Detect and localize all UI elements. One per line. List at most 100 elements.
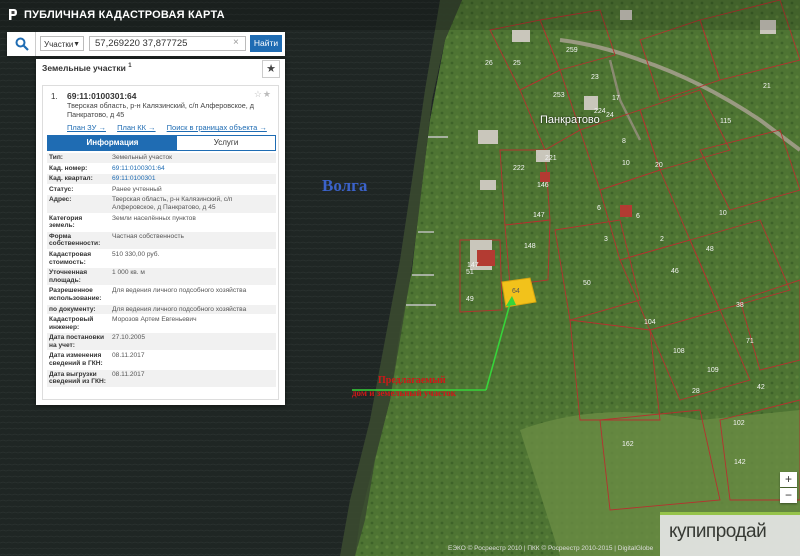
- result-address: Тверская область, р-н Калязинский, с/п А…: [67, 101, 254, 119]
- village-label: Панкратово: [540, 114, 600, 126]
- parcel-number-label[interactable]: 24: [606, 112, 614, 119]
- property-value: Ранее учтенный: [112, 185, 162, 193]
- parcel-number-label[interactable]: 3: [604, 236, 608, 243]
- zoom-out-button[interactable]: −: [780, 488, 797, 503]
- properties-table: Тип: Земельный участок Кад. номер: 69:11:01…: [47, 153, 276, 388]
- property-key: Тип:: [49, 154, 64, 161]
- app-title: ПУБЛИЧНАЯ КАДАСТРОВАЯ КАРТА: [24, 9, 225, 21]
- parcel-number-label[interactable]: 38: [736, 302, 744, 309]
- watermark: купипродай: [660, 512, 800, 556]
- zoom-in-button[interactable]: +: [780, 472, 797, 487]
- parcel-number-label[interactable]: 20: [655, 162, 663, 169]
- property-row: по документу: Для ведения личного подсобн…: [47, 304, 276, 316]
- property-row: Кадастровая стоимость: 510 330,00 руб.: [47, 250, 276, 269]
- parcel-number-label[interactable]: 115: [720, 118, 731, 125]
- parcel-number-label[interactable]: 28: [692, 388, 700, 395]
- search-icon[interactable]: [15, 37, 29, 51]
- parcel-number-label[interactable]: 222: [513, 165, 525, 172]
- parcel-number-label[interactable]: 162: [622, 441, 634, 448]
- parcel-number-label[interactable]: 147: [533, 212, 545, 219]
- parcel-number-label[interactable]: 71: [746, 338, 754, 345]
- result-card: 1. 69:11:0100301:64 ☆★ Тверская область,…: [42, 85, 279, 400]
- tab-information[interactable]: Информация: [48, 136, 177, 150]
- property-row: Статус: Ранее учтенный: [47, 185, 276, 196]
- cadastral-number[interactable]: 69:11:0100301:64: [67, 91, 136, 101]
- parcel-number-label[interactable]: 2: [660, 236, 664, 243]
- property-key: Разрешенное использование:: [49, 287, 102, 302]
- property-row: Разрешенное использование: Для ведения ли…: [47, 286, 276, 305]
- property-row: Дата выгрузки сведений из ГКН: 08.11.2017: [47, 369, 276, 388]
- star-icon[interactable]: ☆★: [254, 89, 272, 100]
- selected-parcel-number[interactable]: 64: [512, 288, 520, 295]
- property-value[interactable]: 69:11:0100301:64: [109, 165, 276, 173]
- parcel-number-label[interactable]: 17: [612, 95, 620, 102]
- find-button[interactable]: Найти: [250, 35, 282, 52]
- parcel-number-label[interactable]: 48: [706, 246, 714, 253]
- property-row: Категория земель: Земли населённых пункто…: [47, 214, 276, 232]
- search-type-select[interactable]: Участки ▼: [40, 36, 84, 51]
- parcel-number-label[interactable]: 147: [467, 262, 479, 269]
- property-key: Дата выгрузки сведений из ГКН:: [49, 370, 106, 386]
- parcel-number-label[interactable]: 10: [719, 210, 727, 217]
- property-row: Кад. квартал: 69:11:0100301: [47, 174, 276, 185]
- tab-services[interactable]: Услуги: [177, 136, 275, 150]
- search-input[interactable]: 57,269220 37,877725: [89, 36, 246, 51]
- parcel-number-label[interactable]: 224: [594, 108, 606, 115]
- divider: [35, 32, 36, 56]
- watermark-text: купипродай: [669, 521, 767, 542]
- property-key: Категория земель:: [49, 214, 83, 230]
- result-links: План ЗУ → План КК → Поиск в границах объ…: [67, 123, 276, 132]
- parcel-number-label[interactable]: 23: [591, 74, 599, 81]
- property-value: Для ведения личного подсобного хозяйства: [112, 305, 247, 313]
- parcel-number-label[interactable]: 6: [597, 205, 601, 212]
- parcel-number-label[interactable]: 25: [513, 60, 521, 67]
- annotation-line-1: Предлагаемый: [378, 375, 446, 386]
- parcel-number-label[interactable]: 109: [707, 367, 719, 374]
- property-key: Кадастровый инженер:: [49, 316, 94, 331]
- property-key: Дата изменения сведений в ГКН:: [49, 352, 103, 368]
- parcel-number-label[interactable]: 50: [583, 280, 591, 287]
- top-bar: ПУБЛИЧНАЯ КАДАСТРОВАЯ КАРТА: [0, 0, 800, 30]
- parcel-number-label[interactable]: 42: [757, 384, 765, 391]
- parcel-number-label[interactable]: 10: [622, 160, 630, 167]
- parcel-number-label[interactable]: 259: [566, 47, 578, 54]
- parcel-number-label[interactable]: 8: [622, 138, 626, 145]
- parcel-number-label[interactable]: 108: [673, 348, 685, 355]
- parcel-number-label[interactable]: 6: [636, 213, 640, 220]
- property-value: Земельный участок: [112, 154, 173, 161]
- parcel-number-label[interactable]: 146: [537, 182, 549, 189]
- property-key: Форма собственности:: [49, 232, 101, 248]
- property-value[interactable]: 69:11:0100301: [109, 175, 276, 183]
- parcel-number-label[interactable]: 221: [545, 155, 557, 162]
- property-value: 08.11.2017: [112, 352, 145, 360]
- river-label: Волга: [322, 176, 368, 195]
- parcel-number-label[interactable]: 21: [763, 83, 771, 90]
- parcel-number-label[interactable]: 46: [671, 268, 679, 275]
- link-plan-kk[interactable]: План КК →: [117, 123, 156, 132]
- link-search-bounds[interactable]: Поиск в границах объекта →: [167, 123, 267, 132]
- parcel-number-label[interactable]: 253: [553, 92, 565, 99]
- result-index: 1.: [51, 92, 58, 101]
- property-row: Адрес: Тверская область, р-н Калязинский,…: [47, 195, 276, 214]
- property-key: Кад. номер:: [49, 164, 88, 172]
- parcel-number-label[interactable]: 104: [644, 319, 656, 326]
- property-value: 27.10.2005: [112, 334, 146, 342]
- parcel-number-label[interactable]: 148: [524, 243, 536, 250]
- property-row: Дата постановки на учет: 27.10.2005: [47, 333, 276, 352]
- rosreestr-logo-icon: [9, 9, 17, 20]
- parcel-number-label[interactable]: 142: [734, 459, 746, 466]
- clear-icon[interactable]: ×: [233, 37, 239, 48]
- property-value: Для ведения личного подсобного хозяйства: [112, 287, 247, 295]
- property-value: Тверская область, р-н Калязинский, с/п А…: [112, 196, 233, 211]
- link-plan-zu[interactable]: План ЗУ →: [67, 123, 106, 132]
- parcel-number-label[interactable]: 102: [733, 420, 745, 427]
- parcel-number-label[interactable]: 26: [485, 60, 493, 67]
- property-value: Земли населённых пунктов: [112, 214, 196, 222]
- property-value: 1 000 кв. м: [112, 269, 145, 277]
- favorites-star-icon[interactable]: ★: [262, 60, 280, 78]
- parcel-number-label[interactable]: 51: [466, 269, 474, 276]
- property-value: Частная собственность: [112, 232, 184, 240]
- property-key: Адрес:: [49, 196, 72, 204]
- property-row: Тип: Земельный участок: [47, 153, 276, 164]
- parcel-number-label[interactable]: 49: [466, 296, 474, 303]
